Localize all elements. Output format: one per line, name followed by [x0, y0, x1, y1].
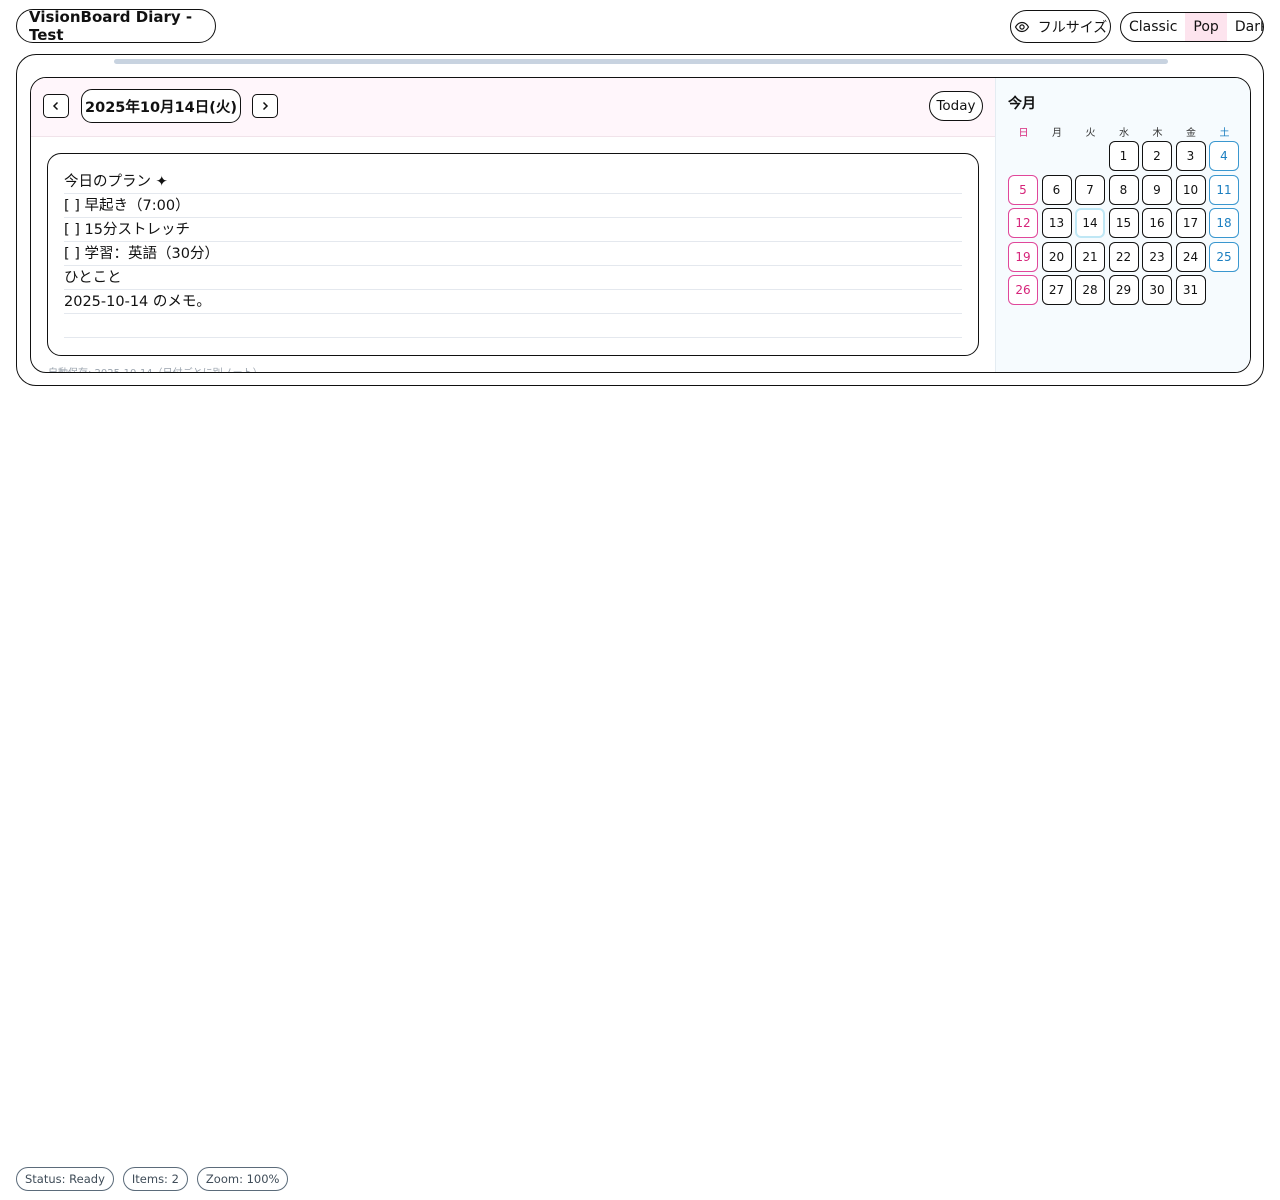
- calendar-day[interactable]: 16: [1142, 208, 1172, 238]
- theme-pop[interactable]: Pop: [1185, 12, 1227, 41]
- calendar-pane: 今月 日 月 火 水 木 金 土 1 2 3 4 5 6 7 8 9 10 11 12 13 14 15 16…: [995, 78, 1250, 372]
- calendar-day[interactable]: 13: [1041, 208, 1072, 238]
- calendar-grid: 1 2 3 4 5 6 7 8 9 10 11 12 13 14 15 16 17 18 19 20 21 22 23 24 2…: [1008, 141, 1239, 305]
- top-bar: VisionBoard Diary - Test フルサイズ Classic P…: [16, 8, 1264, 45]
- autosave-note: 自動保存: 2025-10-14（日付ごとに別ノート）: [48, 364, 263, 372]
- calendar-day[interactable]: 25: [1209, 241, 1239, 272]
- calendar-day[interactable]: 4: [1209, 141, 1239, 171]
- fullsize-button[interactable]: フルサイズ: [1010, 10, 1111, 43]
- diary-pane: 2025年10月14日(火) Today 今日のプラン ✦ [ ] 早起き（7:…: [31, 78, 995, 372]
- weekday-sun: 日: [1018, 128, 1029, 139]
- calendar-day[interactable]: 30: [1142, 275, 1172, 305]
- calendar-blank: [1042, 141, 1072, 171]
- calendar-day[interactable]: 26: [1008, 275, 1038, 305]
- editor-line: 2025-10-14 のメモ。: [64, 290, 962, 314]
- calendar-day[interactable]: 24: [1175, 241, 1206, 272]
- weekday-thu: 木: [1152, 128, 1163, 139]
- editor-line-empty: [64, 314, 962, 338]
- calendar-day[interactable]: 20: [1041, 241, 1072, 272]
- calendar-day[interactable]: 31: [1175, 275, 1206, 305]
- prev-day-button[interactable]: [43, 94, 69, 118]
- calendar-day[interactable]: 11: [1209, 174, 1239, 205]
- calendar-title: 今月: [1008, 96, 1036, 112]
- calendar-day[interactable]: 5: [1008, 174, 1038, 205]
- editor-line: ひとこと: [64, 266, 962, 290]
- weekday-mon: 月: [1052, 128, 1062, 139]
- calendar-day[interactable]: 10: [1175, 174, 1206, 205]
- weekday-wed: 水: [1119, 128, 1129, 139]
- top-right-controls: フルサイズ Classic Pop Dark: [1010, 10, 1264, 43]
- calendar-day-today[interactable]: 14: [1075, 208, 1105, 238]
- diary-editor[interactable]: 今日のプラン ✦ [ ] 早起き（7:00） [ ] 15分ストレッチ [ ] …: [47, 153, 979, 356]
- eye-icon: [1014, 19, 1030, 35]
- calendar-day[interactable]: 22: [1108, 241, 1139, 272]
- calendar-day[interactable]: 1: [1108, 141, 1139, 171]
- app-title: VisionBoard Diary - Test: [16, 8, 216, 44]
- calendar-weekdays: 日 月 火 水 木 金 土: [1008, 124, 1240, 139]
- calendar-day[interactable]: 17: [1175, 208, 1206, 238]
- calendar-day[interactable]: 29: [1108, 275, 1139, 305]
- calendar-day[interactable]: 15: [1108, 208, 1139, 238]
- chevron-left-icon: [52, 101, 59, 111]
- editor-line: [ ] 15分ストレッチ: [64, 218, 962, 242]
- items-chip: Items: 2: [122, 1167, 188, 1191]
- weekday-tue: 火: [1085, 128, 1096, 139]
- editor-line: [ ] 早起き（7:00）: [64, 194, 962, 218]
- next-day-button[interactable]: [252, 94, 278, 118]
- status-bar: Status: Ready Items: 2 Zoom: 100%: [16, 1167, 289, 1191]
- calendar-blank: [1075, 141, 1105, 171]
- calendar-day[interactable]: 23: [1142, 241, 1172, 272]
- fullsize-label: フルサイズ: [1037, 19, 1108, 36]
- calendar-day[interactable]: 21: [1075, 241, 1105, 272]
- theme-switcher: Classic Pop Dark: [1120, 11, 1264, 42]
- calendar-day[interactable]: 28: [1075, 275, 1105, 305]
- diary-card: 2025年10月14日(火) Today 今日のプラン ✦ [ ] 早起き（7:…: [30, 77, 1251, 373]
- calendar-day[interactable]: 7: [1075, 174, 1105, 205]
- diary-header: 2025年10月14日(火) Today: [31, 78, 995, 137]
- calendar-day[interactable]: 6: [1041, 174, 1072, 205]
- chevron-right-icon: [262, 101, 269, 111]
- calendar-day[interactable]: 12: [1008, 208, 1038, 238]
- weekday-sat: 土: [1219, 128, 1230, 139]
- calendar-day[interactable]: 8: [1108, 174, 1139, 205]
- horizontal-scrollbar[interactable]: [114, 59, 1168, 64]
- theme-classic[interactable]: Classic: [1121, 13, 1185, 41]
- calendar-day[interactable]: 19: [1008, 241, 1038, 272]
- calendar-day[interactable]: 18: [1209, 208, 1239, 238]
- current-date[interactable]: 2025年10月14日(火): [81, 89, 241, 123]
- editor-line: [ ] 学習：英語（30分）: [64, 242, 962, 266]
- calendar-day[interactable]: 2: [1142, 141, 1172, 171]
- calendar-day[interactable]: 27: [1041, 275, 1072, 305]
- today-button[interactable]: Today: [929, 91, 983, 121]
- weekday-fri: 金: [1186, 128, 1196, 139]
- editor-line: 今日のプラン ✦: [64, 170, 962, 194]
- calendar-day[interactable]: 9: [1142, 174, 1172, 205]
- zoom-chip: Zoom: 100%: [196, 1167, 289, 1191]
- board-card: 2025年10月14日(火) Today 今日のプラン ✦ [ ] 早起き（7:…: [16, 54, 1264, 386]
- theme-dark[interactable]: Dark: [1227, 13, 1263, 41]
- calendar-blank: [1008, 141, 1038, 171]
- status-chip: Status: Ready: [16, 1167, 114, 1191]
- calendar-day[interactable]: 3: [1175, 141, 1206, 171]
